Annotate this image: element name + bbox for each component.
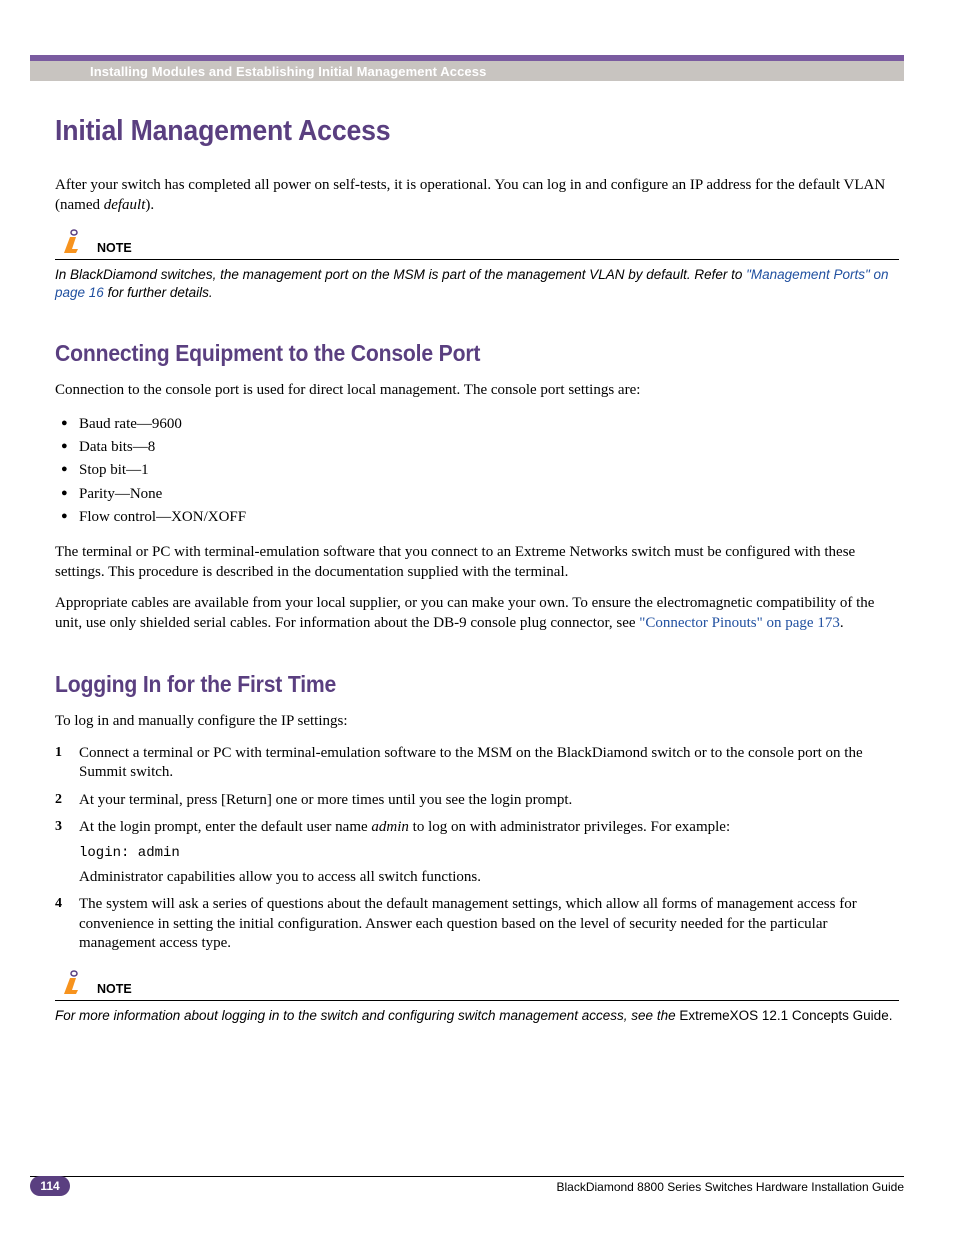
note-label: NOTE: [97, 982, 132, 996]
body-text: Connection to the console port is used f…: [55, 381, 899, 401]
note-text: In BlackDiamond switches, the management…: [55, 266, 899, 302]
doc-title: BlackDiamond 8800 Series Switches Hardwa…: [556, 1180, 904, 1194]
breadcrumb-text: Installing Modules and Establishing Init…: [90, 64, 486, 79]
note-block: NOTE For more information about logging …: [55, 968, 899, 1025]
page-footer: 114 BlackDiamond 8800 Series Switches Ha…: [30, 1176, 904, 1197]
note-text: For more information about logging in to…: [55, 1007, 899, 1025]
note-block: NOTE In BlackDiamond switches, the manag…: [55, 227, 899, 302]
info-icon: [55, 227, 91, 257]
page-number: 114: [30, 1176, 70, 1196]
list-item: Data bits—8: [55, 436, 899, 459]
list-item: Flow control—XON/XOFF: [55, 506, 899, 529]
list-item: Stop bit—1: [55, 459, 899, 482]
intro-paragraph: After your switch has completed all powe…: [55, 176, 899, 215]
body-text: Appropriate cables are available from yo…: [55, 594, 899, 633]
note-label: NOTE: [97, 241, 132, 255]
step-item: 2 At your terminal, press [Return] one o…: [55, 791, 899, 811]
step-item: 3 At the login prompt, enter the default…: [55, 818, 899, 887]
settings-list: Baud rate—9600 Data bits—8 Stop bit—1 Pa…: [55, 413, 899, 529]
info-icon: [55, 968, 91, 998]
section-heading: Connecting Equipment to the Console Port: [55, 340, 831, 367]
step-item: 4 The system will ask a series of questi…: [55, 895, 899, 954]
cross-ref-link[interactable]: "Connector Pinouts" on page 173: [639, 615, 840, 631]
body-text: To log in and manually configure the IP …: [55, 712, 899, 732]
code-sample: login: admin: [79, 844, 899, 862]
step-item: 1 Connect a terminal or PC with terminal…: [55, 744, 899, 783]
section-heading: Logging In for the First Time: [55, 671, 831, 698]
page-content: Initial Management Access After your swi…: [55, 81, 899, 1025]
breadcrumb: Installing Modules and Establishing Init…: [30, 55, 904, 81]
body-text: The terminal or PC with terminal-emulati…: [55, 543, 899, 582]
list-item: Baud rate—9600: [55, 413, 899, 436]
page-title: Initial Management Access: [55, 115, 831, 148]
list-item: Parity—None: [55, 483, 899, 506]
procedure-steps: 1 Connect a terminal or PC with terminal…: [55, 744, 899, 954]
